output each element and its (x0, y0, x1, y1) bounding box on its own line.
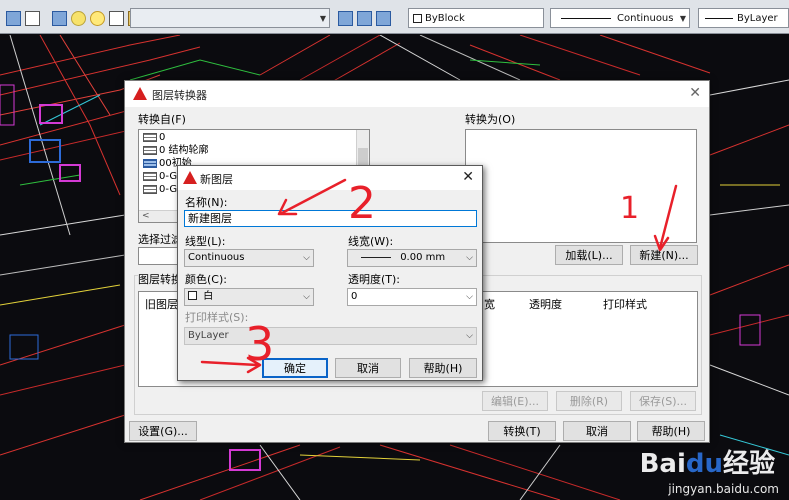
lineweight-value: 0.00 mm (400, 252, 446, 263)
load-button[interactable]: 加载(L)... (555, 245, 623, 265)
watermark-brand-a: Bai (639, 449, 686, 479)
viewport-icon[interactable] (109, 10, 124, 26)
layer-props-icon[interactable] (25, 10, 40, 26)
layer-icon (143, 146, 157, 155)
edit-button[interactable]: 编辑(E)... (482, 391, 548, 411)
list-item[interactable]: 0 (139, 131, 369, 144)
translate-button[interactable]: 转换(T) (488, 421, 556, 441)
layer-name-input[interactable]: 新建图层 (184, 210, 477, 227)
watermark-brand-b: du (685, 449, 723, 479)
transparency-value: 0 (351, 291, 358, 302)
translate-to-label: 转换为(O) (465, 113, 516, 126)
bulb-icon[interactable] (71, 10, 86, 26)
dialog-titlebar[interactable]: 图层转换器 ✕ (125, 81, 709, 107)
column-header-transparency[interactable]: 透明度 (529, 296, 562, 312)
previous-layer-icon[interactable] (376, 10, 391, 26)
plot-style-value: ByLayer (188, 330, 229, 341)
autocad-logo-icon (133, 87, 147, 101)
new-layer-titlebar[interactable]: 新图层 ✕ (178, 166, 482, 190)
sun-icon[interactable] (90, 10, 105, 26)
new-layer-title: 新图层 (200, 173, 233, 186)
close-icon[interactable]: ✕ (462, 169, 474, 185)
cancel-button[interactable]: 取消 (563, 421, 631, 441)
layer-blue-icon (143, 159, 157, 168)
help-button[interactable]: 帮助(H) (409, 358, 477, 378)
match-layer-icon[interactable] (357, 10, 372, 26)
ok-button[interactable]: 确定 (262, 358, 328, 378)
line-sample-icon (705, 17, 733, 19)
color-value: ByBlock (425, 12, 465, 24)
help-button[interactable]: 帮助(H) (637, 421, 705, 441)
line-sample-icon (561, 17, 611, 19)
layer-manager-icon[interactable] (52, 10, 67, 26)
autocad-logo-icon (183, 171, 197, 185)
column-header-lineweight[interactable]: 宽 (484, 296, 495, 312)
chevron-down-icon: ⌵ (466, 331, 473, 341)
layer-stack-icon[interactable] (6, 10, 21, 26)
plot-style-dropdown[interactable]: ByLayer ⌵ (184, 327, 477, 345)
lineweight-value: ByLayer (737, 12, 778, 24)
save-button[interactable]: 保存(S)... (630, 391, 696, 411)
layer-icon (143, 185, 157, 194)
transparency-label: 透明度(T): (348, 273, 401, 286)
list-item-label: 0 (159, 132, 166, 143)
transparency-combo[interactable]: 0 ⌵ (347, 288, 477, 306)
make-current-icon[interactable] (338, 10, 353, 26)
settings-button[interactable]: 设置(G)... (129, 421, 197, 441)
color-swatch-icon (413, 13, 422, 23)
close-icon[interactable]: ✕ (689, 85, 701, 101)
lineweight-dropdown[interactable]: ByLayer (698, 8, 789, 28)
translate-from-label: 转换自(F) (138, 113, 186, 126)
layer-icon (143, 133, 157, 142)
dialog-title: 图层转换器 (152, 89, 207, 102)
watermark-url: jingyan.baidu.com (668, 482, 779, 496)
line-sample-icon (361, 256, 391, 258)
column-header-plot-style[interactable]: 打印样式 (603, 296, 647, 312)
layer-dropdown[interactable]: ▼ (130, 8, 330, 28)
layer-tools (336, 8, 393, 28)
linetype-dropdown[interactable]: Continuous ⌵ (184, 249, 314, 267)
linetype-dropdown[interactable]: Continuous ▼ (550, 8, 690, 28)
name-label: 名称(N): (185, 196, 228, 209)
watermark-brand-c: 经验 (722, 449, 775, 479)
list-item[interactable]: 0 结构轮廓 (139, 144, 369, 157)
new-layer-dialog: 新图层 ✕ 名称(N): 新建图层 线型(L): Continuous ⌵ 线宽… (177, 165, 483, 381)
color-swatch-icon (188, 291, 197, 300)
selection-filter-label: 选择过滤 (138, 233, 182, 246)
color-label: 颜色(C): (185, 273, 227, 286)
color-dropdown[interactable]: ByBlock (408, 8, 544, 28)
translate-to-list[interactable] (465, 129, 697, 243)
plot-style-label: 打印样式(S): (185, 311, 249, 324)
color-value: 白 (203, 291, 214, 302)
chevron-down-icon: ⌵ (303, 292, 310, 302)
properties-toolbar: 0 ▼ ByBlock Continuous ▼ ByLayer (0, 0, 789, 34)
column-header-old-layer[interactable]: 旧图层 (145, 296, 178, 312)
chevron-down-icon: ⌵ (466, 292, 473, 302)
cancel-button[interactable]: 取消 (335, 358, 401, 378)
chevron-down-icon: ⌵ (303, 253, 310, 263)
chevron-down-icon: ▼ (319, 14, 326, 23)
linetype-label: 线型(L): (185, 235, 226, 248)
delete-button[interactable]: 删除(R) (556, 391, 622, 411)
lineweight-dropdown[interactable]: 0.00 mm ⌵ (347, 249, 477, 267)
new-button[interactable]: 新建(N)... (630, 245, 698, 265)
lineweight-label: 线宽(W): (348, 235, 394, 248)
baidu-watermark: Baidu经验 (640, 443, 775, 480)
list-item-label: 0 结构轮廓 (159, 145, 209, 156)
color-dropdown[interactable]: 白 ⌵ (184, 288, 314, 306)
chevron-down-icon: ▼ (679, 14, 686, 23)
linetype-value: Continuous (188, 252, 245, 263)
layer-icon (143, 172, 157, 181)
linetype-value: Continuous (617, 12, 674, 24)
chevron-down-icon: ⌵ (466, 253, 473, 263)
